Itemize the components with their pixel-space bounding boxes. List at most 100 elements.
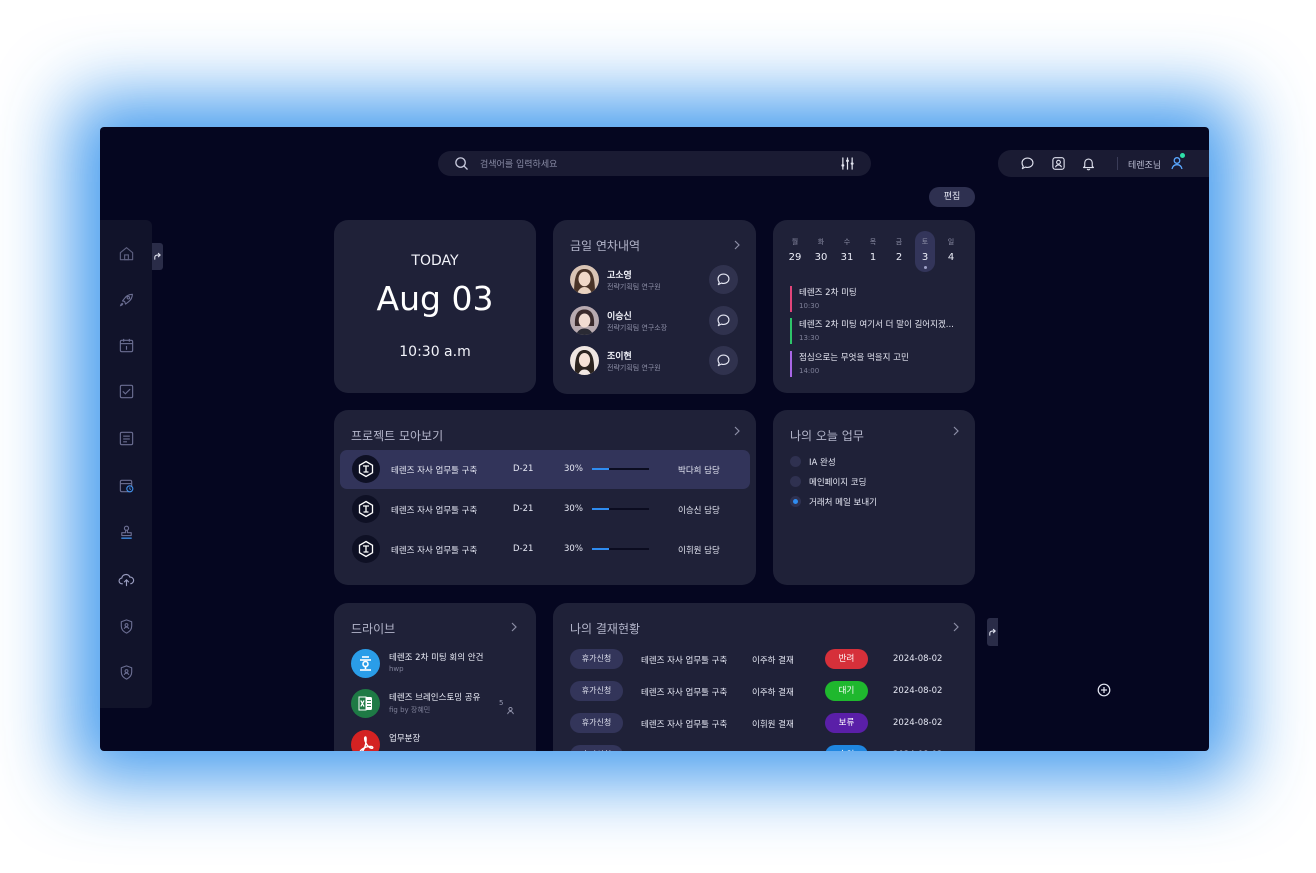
- hwp-file-icon: [351, 649, 380, 678]
- calendar-card: 월 29 화 30 수 31 목1 금2 토3 일4 테렌즈 2차 미팅 10:30 테…: [773, 220, 975, 393]
- leave-card: 금일 연차내역 고소영 전략기획팀 연구원 이승신 전략기획팀 연구소장 조이현…: [553, 220, 756, 394]
- chevron-right-icon[interactable]: [952, 622, 960, 632]
- stamp-icon[interactable]: [118, 524, 135, 541]
- project-progress-fill: [592, 508, 610, 510]
- chevron-right-icon[interactable]: [733, 240, 741, 250]
- calendar-day-selected[interactable]: 토3: [915, 231, 935, 272]
- project-progress-bar: [592, 468, 649, 470]
- calendar-day[interactable]: 목1: [863, 234, 883, 263]
- drive-file[interactable]: 테렌즈 브레인스토밍 공유 fig by 장혜민 5: [351, 689, 521, 721]
- schedule-icon[interactable]: [118, 477, 135, 494]
- document-icon[interactable]: [118, 430, 135, 447]
- shield-user-icon[interactable]: [118, 618, 135, 635]
- approval-status-badge: 보류: [825, 713, 868, 733]
- task-radio[interactable]: [790, 476, 801, 487]
- user-name[interactable]: 테렌조님: [1128, 158, 1161, 171]
- leave-person: 조이현 전략기획팀 연구원: [570, 346, 755, 378]
- chat-icon[interactable]: [1020, 156, 1035, 171]
- sidebar-toggle[interactable]: [152, 243, 163, 270]
- approval-approver: 이주하 결재: [752, 750, 794, 751]
- approvals-card: 나의 결재현황 휴가신청 테렌즈 자사 업무툴 구축 이주하 결재 반려 2024-08…: [553, 603, 975, 751]
- drive-file[interactable]: 업무분장: [351, 730, 521, 751]
- drive-card: 드라이브 테렌조 2차 미팅 회의 안건 hwp 테렌즈 브레인스토밍 공유 f…: [334, 603, 536, 751]
- chevron-right-icon[interactable]: [733, 426, 741, 436]
- chat-icon: [717, 354, 730, 367]
- search-bar[interactable]: 검색어를 입력하세요: [438, 151, 871, 176]
- search-input[interactable]: 검색어를 입력하세요: [480, 157, 557, 170]
- project-owner: 이승신 담당: [678, 506, 720, 516]
- rocket-icon[interactable]: [118, 291, 135, 308]
- chevron-right-icon[interactable]: [952, 426, 960, 436]
- chevron-right-icon[interactable]: [510, 622, 518, 632]
- projects-card-title: 프로젝트 모아보기: [351, 429, 444, 443]
- person-role: 전략기획팀 연구원: [607, 364, 661, 372]
- add-widget-icon[interactable]: [1097, 683, 1111, 697]
- calendar-event[interactable]: 점심으로는 무엇을 먹을지 고민 14:00: [790, 351, 965, 377]
- excel-file-icon: [351, 689, 380, 718]
- avatar: [570, 306, 599, 335]
- project-dday: D-21: [513, 504, 534, 514]
- task-radio[interactable]: [790, 456, 801, 467]
- task-radio[interactable]: [790, 496, 801, 507]
- drive-file[interactable]: 테렌조 2차 미팅 회의 안건 hwp: [351, 649, 521, 681]
- calendar-day[interactable]: 월 29: [785, 234, 805, 263]
- project-row[interactable]: 테렌즈 자사 업무툴 구축 D-21 30% 이승신 담당: [340, 490, 750, 529]
- chat-button[interactable]: [709, 265, 738, 294]
- home-icon[interactable]: [118, 245, 135, 262]
- chat-button[interactable]: [709, 346, 738, 375]
- today-label: TODAY: [411, 253, 459, 269]
- approval-title: 테렌즈 자사 업무툴 구축: [641, 688, 728, 698]
- forward-arrow-icon: [989, 628, 996, 636]
- calendar-icon[interactable]: [118, 337, 135, 354]
- project-owner: 박다희 담당: [678, 466, 720, 476]
- sidebar: [100, 220, 152, 708]
- chat-button[interactable]: [709, 306, 738, 335]
- project-dday: D-21: [513, 464, 534, 474]
- approvals-card-title: 나의 결재현황: [570, 622, 641, 636]
- online-indicator: [1180, 153, 1185, 158]
- project-owner: 이휘원 담당: [678, 546, 720, 556]
- calendar-day[interactable]: 화 30: [811, 234, 831, 263]
- forward-arrow-icon: [154, 252, 161, 260]
- leave-person: 이승신 전략기획팀 연구소장: [570, 306, 755, 338]
- bell-icon[interactable]: [1081, 156, 1096, 171]
- calendar-event[interactable]: 테렌즈 2차 미팅 10:30: [790, 286, 965, 312]
- calendar-day[interactable]: 수 31: [837, 234, 857, 263]
- approval-row[interactable]: 휴가신청 테렌즈 자사 업무툴 구축 이휘원 결재 보류 2024-08-02: [570, 713, 960, 733]
- app-window: 검색어를 입력하세요 테렌조님 편집 TODAY Aug 03 10:30 a.…: [100, 127, 1209, 751]
- project-progress-bar: [592, 548, 649, 550]
- search-icon: [455, 157, 468, 170]
- panel-toggle[interactable]: [987, 618, 998, 646]
- approval-approver: 이주하 결재: [752, 688, 794, 698]
- project-logo-icon: [352, 495, 380, 523]
- approval-title: 테렌즈 자사 업무툴 구축: [641, 656, 728, 666]
- approval-row[interactable]: 휴가신청 테렌즈 자사 업무툴 구축 이주하 결재 반려 2024-08-02: [570, 649, 960, 669]
- project-progress-bar: [592, 508, 649, 510]
- cloud-upload-icon[interactable]: [118, 571, 135, 588]
- project-name: 테렌즈 자사 업무툴 구축: [391, 506, 478, 516]
- project-row[interactable]: 테렌즈 자사 업무툴 구축 D-21 30% 박다희 담당: [340, 450, 750, 489]
- calendar-day[interactable]: 일4: [941, 234, 961, 263]
- avatar: [570, 346, 599, 375]
- project-dday: D-21: [513, 544, 534, 554]
- approval-approver: 이휘원 결재: [752, 720, 794, 730]
- approval-row[interactable]: 휴가신청 테렌즈 자사 업무툴 구축 이주하 결재 대기 2024-08-02: [570, 681, 960, 701]
- approval-title: 테렌즈 자사 업무툴 구축: [641, 720, 728, 730]
- filter-icon[interactable]: [840, 157, 855, 170]
- calendar-day[interactable]: 금2: [889, 234, 909, 263]
- today-date: Aug 03: [376, 279, 494, 318]
- chat-icon: [717, 314, 730, 327]
- header-divider: [1117, 157, 1118, 170]
- approval-type-tag: 휴가신청: [570, 745, 623, 751]
- approval-row[interactable]: 휴가신청테렌즈 자사 업무툴 구축 이주하 결재 승인 2024-08-02: [570, 745, 960, 751]
- contact-icon[interactable]: [1051, 156, 1066, 171]
- check-square-icon[interactable]: [118, 383, 135, 400]
- header-actions: 테렌조님: [998, 150, 1209, 177]
- approval-date: 2024-08-02: [893, 654, 943, 664]
- project-progress-fill: [592, 548, 610, 550]
- shield-admin-icon[interactable]: [118, 664, 135, 681]
- approval-status-badge: 대기: [825, 681, 868, 701]
- calendar-event[interactable]: 테렌즈 2차 미팅 여기서 더 말이 길어지겠... 13:30: [790, 318, 965, 344]
- edit-button[interactable]: 편집: [929, 187, 975, 207]
- project-row[interactable]: 테렌즈 자사 업무툴 구축 D-21 30% 이휘원 담당: [340, 530, 750, 569]
